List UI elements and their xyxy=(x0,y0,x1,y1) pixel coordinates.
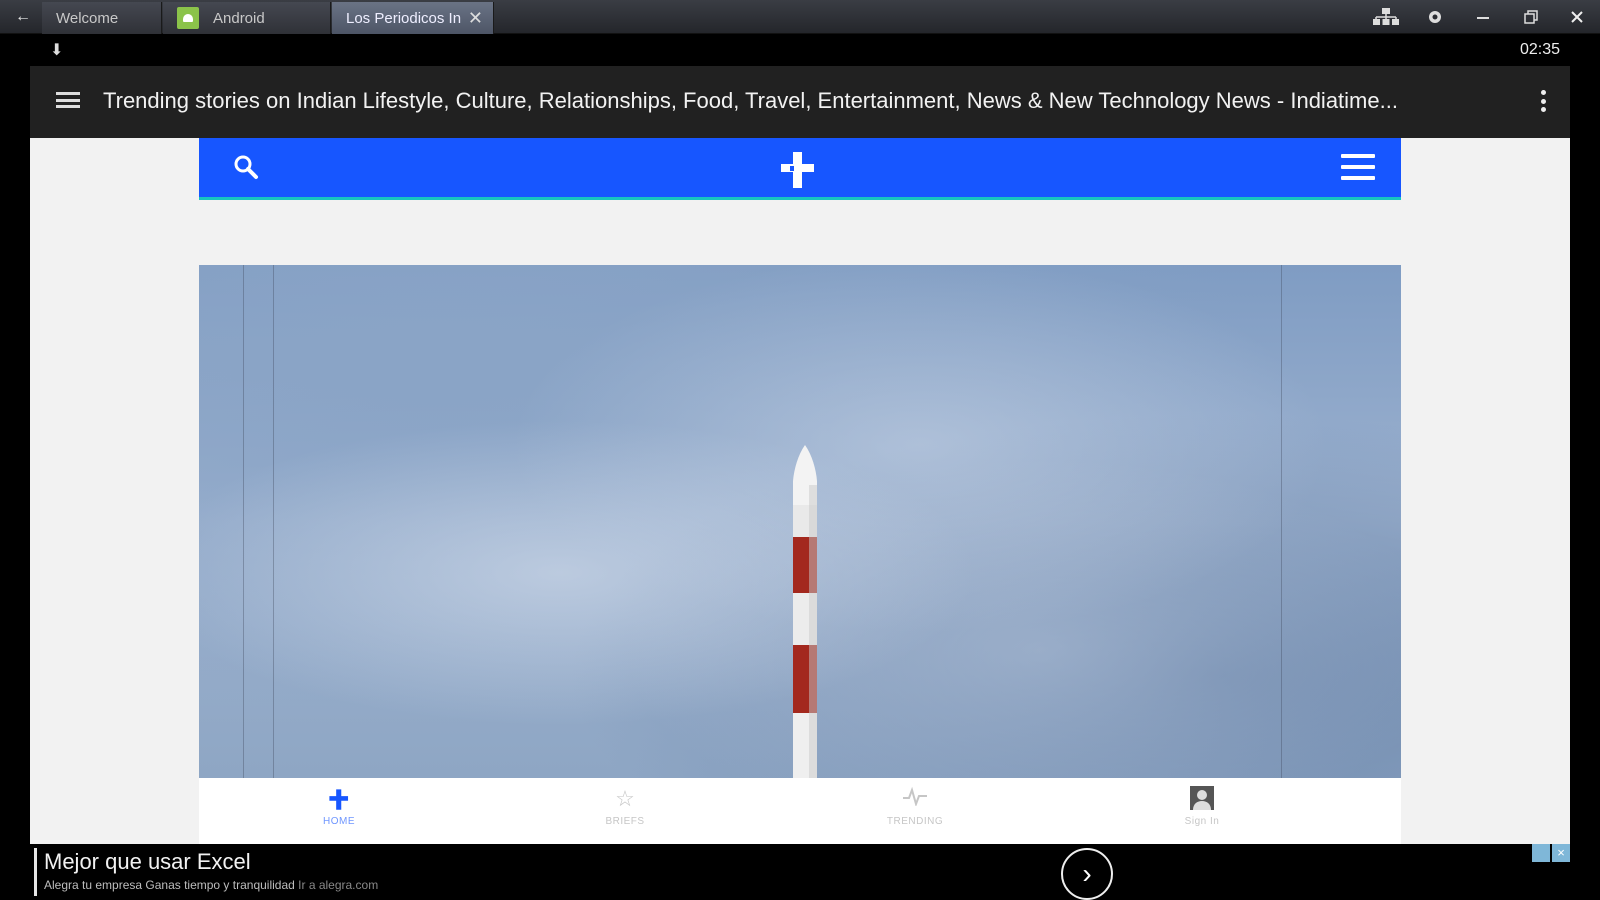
tab-label: Android xyxy=(213,9,265,27)
android-screen: ⬇ 02:35 Trending stories on Indian Lifes… xyxy=(0,34,1600,900)
hamburger-menu-icon[interactable] xyxy=(56,88,80,112)
nav-home[interactable]: HOME xyxy=(279,786,399,827)
tab-welcome[interactable]: Welcome xyxy=(42,2,162,34)
power-line xyxy=(273,265,274,778)
page-title: Trending stories on Indian Lifestyle, Cu… xyxy=(103,88,1398,113)
back-arrow-icon[interactable]: ← xyxy=(6,0,40,34)
tab-los-periodicos[interactable]: Los Periodicos In ✕ xyxy=(332,2,494,34)
rocket-image xyxy=(793,445,817,778)
ad-headline[interactable]: Mejor que usar Excel xyxy=(44,849,251,875)
chevron-right-icon[interactable]: › xyxy=(1061,848,1113,900)
power-line xyxy=(1281,265,1282,778)
network-icon[interactable] xyxy=(1366,0,1406,34)
power-line xyxy=(243,265,244,778)
status-bar: ⬇ 02:35 xyxy=(30,34,1570,66)
close-window-icon[interactable] xyxy=(1560,0,1594,34)
download-icon: ⬇ xyxy=(50,42,64,59)
close-ad-icon[interactable]: × xyxy=(1552,844,1570,862)
ad-link[interactable]: Ir a alegra.com xyxy=(298,878,378,892)
star-icon: ☆ xyxy=(615,786,635,811)
gear-icon[interactable] xyxy=(1418,0,1452,34)
ad-accent-bar xyxy=(34,848,37,896)
site-header xyxy=(199,138,1401,200)
nav-trending[interactable]: TRENDING xyxy=(855,786,975,827)
android-icon xyxy=(177,7,199,29)
nav-label: Sign In xyxy=(1184,816,1220,827)
restore-icon[interactable] xyxy=(1514,0,1548,34)
status-clock: 02:35 xyxy=(1519,41,1560,58)
nav-label: HOME xyxy=(323,816,355,827)
nav-sign-in[interactable]: Sign In xyxy=(1142,786,1262,827)
nav-label: TRENDING xyxy=(886,816,944,827)
ad-subtext: Alegra tu empresa Ganas tiempo y tranqui… xyxy=(44,878,378,892)
tab-label: Welcome xyxy=(56,9,119,27)
search-icon[interactable] xyxy=(231,152,261,182)
tab-label: Los Periodicos In xyxy=(346,9,462,27)
minimize-icon[interactable] xyxy=(1466,0,1500,34)
close-tab-icon[interactable]: ✕ xyxy=(468,8,483,29)
nav-briefs[interactable]: ☆ BRIEFS xyxy=(565,786,685,827)
user-icon xyxy=(1142,786,1262,812)
webview[interactable]: HOME ☆ BRIEFS TRENDING Sign In xyxy=(30,138,1570,878)
site-menu-icon[interactable] xyxy=(1341,152,1375,182)
pulse-icon xyxy=(855,786,975,812)
emulator-tab-bar: ← Welcome Android Los Periodicos In ✕ xyxy=(0,0,1600,34)
hero-image[interactable] xyxy=(199,265,1401,778)
adchoices-icon[interactable] xyxy=(1532,844,1550,862)
overflow-menu-icon[interactable] xyxy=(1540,90,1546,112)
nav-label: BRIEFS xyxy=(605,816,645,827)
ad-banner[interactable]: Mejor que usar Excel Alegra tu empresa G… xyxy=(0,844,1600,900)
indiatimes-logo-icon xyxy=(279,786,399,812)
tab-android[interactable]: Android xyxy=(163,2,331,34)
app-bar: Trending stories on Indian Lifestyle, Cu… xyxy=(30,66,1570,138)
ad-description: Alegra tu empresa Ganas tiempo y tranqui… xyxy=(44,878,295,892)
indiatimes-logo-icon[interactable] xyxy=(775,146,821,192)
